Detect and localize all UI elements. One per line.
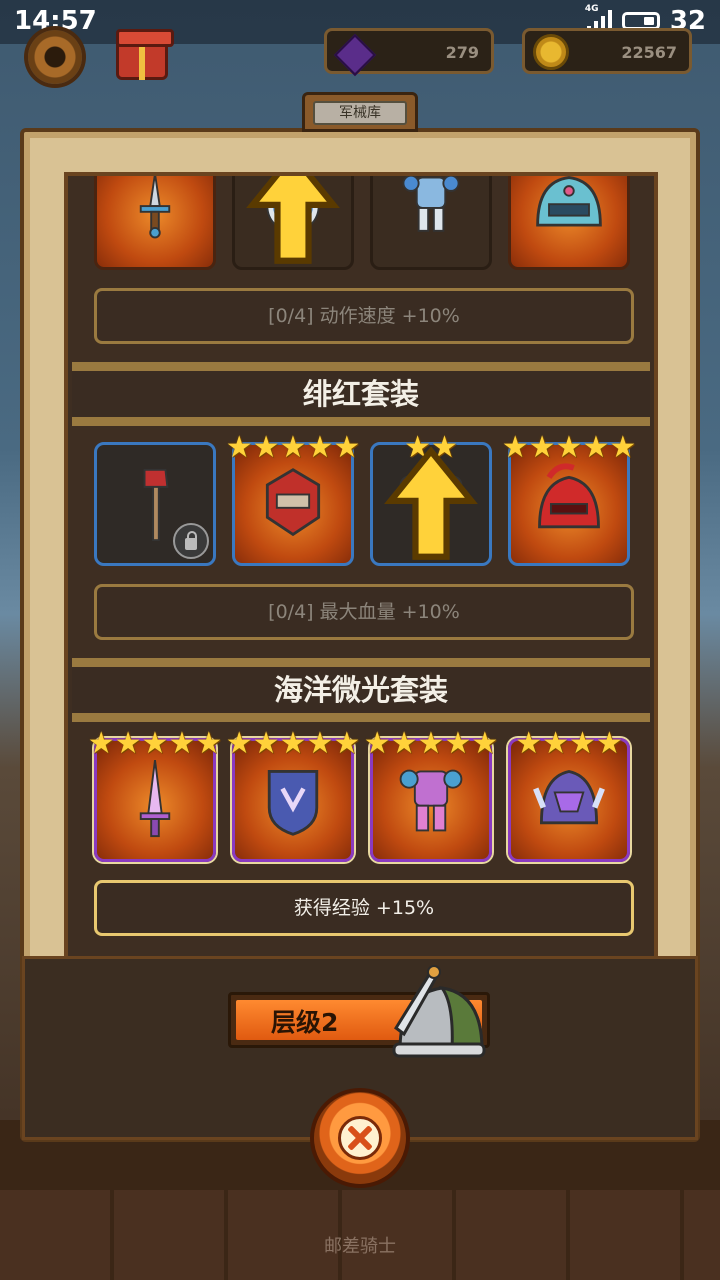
gift-box-icon[interactable] <box>116 29 174 80</box>
coin-count: 22567 <box>621 43 677 62</box>
set-0-bonus: [0/4] 动作速度 +10% <box>94 288 634 344</box>
divider <box>72 716 650 722</box>
equipment-set-list[interactable]: [0/4] 动作速度 +10% 绯红套装 ★★★★★ ★★★★★ [0/4] 最… <box>64 172 658 962</box>
network-type: 4G <box>584 4 599 14</box>
lock-icon <box>173 523 209 559</box>
upgrade-arrow-icon <box>384 446 478 560</box>
set-2-item-sword[interactable]: ★★★★★ <box>88 729 222 862</box>
set-0-item-armor[interactable] <box>370 176 492 270</box>
close-button[interactable] <box>310 1088 410 1188</box>
set-1-item-helmet[interactable]: ★★★★★ <box>502 433 636 566</box>
crimson-helmet-icon <box>538 463 600 529</box>
set-1-title: 绯红套装 <box>72 368 650 420</box>
set-1-bonus: [0/4] 最大血量 +10% <box>94 584 634 640</box>
close-icon <box>338 1116 382 1160</box>
set-2-title: 海洋微光套装 <box>72 664 650 716</box>
dagger-icon <box>139 176 171 239</box>
set-2-item-armor[interactable]: ★★★★★ <box>364 729 498 862</box>
set-2-item-helmet[interactable]: ★★★★ <box>508 729 630 862</box>
set-1-item-shield[interactable]: ★★★★★ <box>226 433 360 566</box>
set-0-item-helmet[interactable] <box>508 176 630 270</box>
ocean-shield-icon <box>267 770 319 836</box>
gem-counter: 279 <box>324 28 494 77</box>
set-2-items: ★★★★★ ★★★★★ ★★★★★ ★★★★ <box>88 729 634 864</box>
set-1-item-armor[interactable]: ★★ <box>370 433 492 566</box>
spiked-shield-icon <box>265 468 321 537</box>
set-1-items: ★★★★★ ★★ ★★★★★ <box>94 433 636 568</box>
coin-icon <box>533 34 569 70</box>
armory-tab: 军械库 <box>302 92 418 132</box>
ocean-armor-icon <box>399 769 463 832</box>
game-name: 邮差骑士 <box>324 1236 396 1257</box>
set-0-item-dagger[interactable] <box>94 176 216 270</box>
settings-gear-icon[interactable] <box>28 30 82 84</box>
upgrade-arrow-icon <box>246 176 340 264</box>
tier-label: 层级2 <box>271 1008 339 1037</box>
crystal-sword-icon <box>139 759 171 838</box>
helmet-icon <box>536 176 602 227</box>
set-1-item-axe[interactable] <box>94 442 216 566</box>
gem-icon <box>333 33 377 77</box>
set-2-bonus: 获得经验 +15% <box>94 880 634 936</box>
knight-helmet-icon <box>392 965 486 1058</box>
armory-title: 军械库 <box>313 101 407 125</box>
divider <box>72 420 650 426</box>
gem-count: 279 <box>445 43 479 62</box>
armor-icon <box>402 176 460 232</box>
set-0-item-shield[interactable] <box>232 176 354 270</box>
coin-counter: 22567 <box>522 28 692 74</box>
ocean-helmet-icon <box>533 770 605 825</box>
set-2-item-shield[interactable]: ★★★★★ <box>226 729 360 862</box>
set-0-items <box>94 176 634 272</box>
